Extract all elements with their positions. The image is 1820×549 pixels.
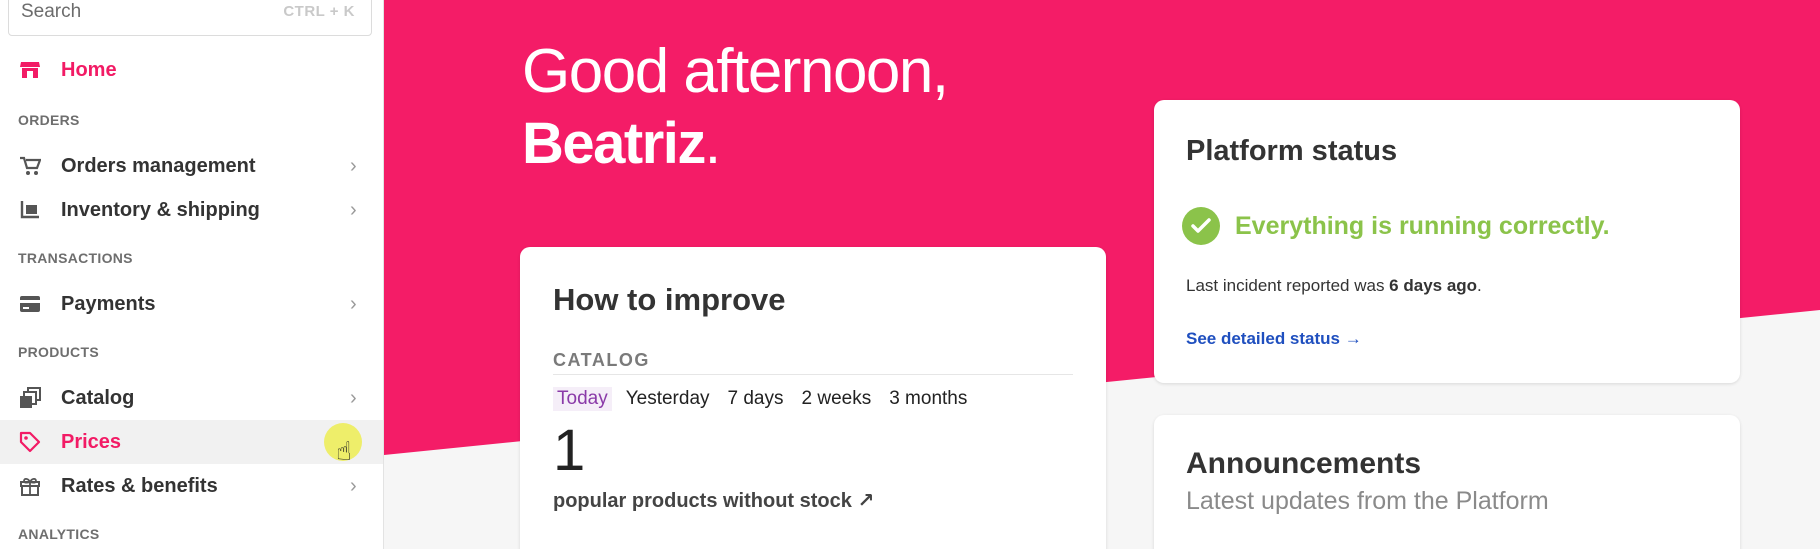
chevron-right-icon: ›	[350, 198, 357, 221]
divider	[553, 374, 1073, 375]
greeting-line: Good afternoon,	[522, 37, 949, 106]
incident-prefix: Last incident reported was	[1186, 276, 1390, 295]
chevron-right-icon: ›	[350, 154, 357, 177]
dolly-icon	[18, 198, 42, 222]
gift-icon	[18, 474, 42, 498]
app-root: Search CTRL + K Home ORDERS Orders manag…	[0, 0, 1820, 549]
search-shortcut: CTRL + K	[283, 3, 355, 20]
card-title: How to improve	[553, 282, 786, 317]
sidebar-item-catalog[interactable]: Catalog ›	[0, 376, 383, 420]
tab-7-days[interactable]: 7 days	[724, 387, 788, 411]
chevron-right-icon: ›	[350, 474, 357, 497]
cart-icon	[18, 154, 42, 178]
tag-icon	[18, 430, 42, 454]
time-range-tabs: Today Yesterday 7 days 2 weeks 3 months	[553, 387, 971, 411]
tab-3-months[interactable]: 3 months	[885, 387, 971, 411]
layers-icon	[18, 386, 42, 410]
card-subtitle: Latest updates from the Platform	[1186, 487, 1549, 515]
greeting-name-line: Beatriz.	[522, 110, 721, 177]
card-title: Platform status	[1186, 135, 1398, 167]
search-input[interactable]: Search CTRL + K	[8, 0, 372, 36]
greeting-punct: .	[704, 111, 721, 176]
sidebar-item-label: Prices	[61, 430, 122, 453]
tab-yesterday[interactable]: Yesterday	[622, 387, 714, 411]
sidebar: Search CTRL + K Home ORDERS Orders manag…	[0, 0, 384, 549]
sidebar-item-label: Rates & benefits	[61, 474, 218, 497]
incident-time: 6 days ago	[1389, 276, 1478, 295]
status-ok-text: Everything is running correctly.	[1235, 212, 1610, 240]
sidebar-item-label: Payments	[61, 292, 156, 315]
announcements-card: Announcements Latest updates from the Pl…	[1154, 415, 1740, 549]
sidebar-item-orders-management[interactable]: Orders management ›	[0, 144, 383, 188]
section-orders: ORDERS	[18, 112, 80, 128]
sidebar-item-home[interactable]: Home	[0, 48, 383, 92]
sidebar-item-inventory-shipping[interactable]: Inventory & shipping ›	[0, 188, 383, 232]
tab-2-weeks[interactable]: 2 weeks	[798, 387, 876, 411]
search-placeholder: Search	[21, 1, 82, 22]
incident-suffix: .	[1477, 276, 1482, 295]
how-to-improve-card: How to improve CATALOG Today Yesterday 7…	[520, 247, 1106, 549]
metric-value: 1	[553, 418, 586, 483]
card-title: Announcements	[1186, 447, 1422, 480]
platform-status-card: Platform status Everything is running co…	[1154, 100, 1740, 383]
section-transactions: TRANSACTIONS	[18, 250, 133, 266]
tab-today[interactable]: Today	[553, 387, 612, 411]
card-icon	[18, 292, 42, 316]
metric-link[interactable]: popular products without stock ↗	[553, 488, 874, 513]
see-detailed-status-link[interactable]: See detailed status →	[1186, 329, 1362, 349]
chevron-right-icon: ›	[350, 386, 357, 409]
check-circle-icon	[1182, 207, 1220, 245]
sidebar-item-label: Orders management	[61, 154, 256, 177]
sidebar-item-label: Catalog	[61, 386, 135, 409]
sidebar-item-rates-benefits[interactable]: Rates & benefits ›	[0, 464, 383, 508]
sidebar-item-label: Home	[61, 58, 117, 81]
section-products: PRODUCTS	[18, 344, 99, 360]
sidebar-item-label: Inventory & shipping	[61, 198, 260, 221]
section-analytics: ANALYTICS	[18, 526, 100, 542]
catalog-section-label: CATALOG	[553, 350, 650, 370]
last-incident-text: Last incident reported was 6 days ago.	[1186, 276, 1482, 296]
user-name: Beatriz	[522, 111, 706, 176]
chevron-right-icon: ›	[350, 292, 357, 315]
store-icon	[18, 58, 42, 82]
hand-cursor-icon: ☝	[336, 436, 352, 466]
sidebar-item-payments[interactable]: Payments ›	[0, 282, 383, 326]
